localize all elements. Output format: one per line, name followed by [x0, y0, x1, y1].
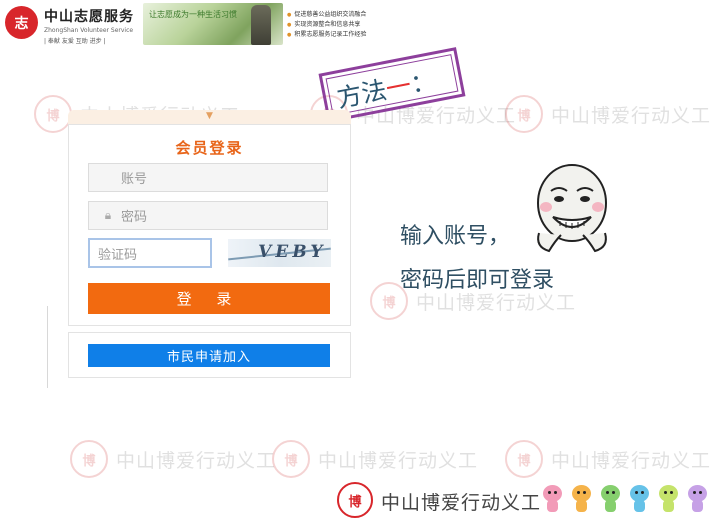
captcha-input[interactable]: 验证码 — [88, 238, 212, 268]
watermark: 博 中山博爱行动义工 — [70, 440, 276, 478]
statue-icon — [251, 5, 271, 45]
watermark-text: 中山博爱行动义工 — [116, 449, 277, 472]
banner-bullet: 积累志愿服务记录工作经验 — [287, 30, 366, 40]
join-button[interactable]: 市民申请加入 — [88, 344, 330, 367]
watermark-seal-icon: 博 — [505, 95, 543, 133]
watermark: 博 中山博爱行动义工 — [272, 440, 478, 478]
watermark: 博 中山博爱行动义工 — [505, 440, 711, 478]
mascot-icon — [598, 483, 623, 515]
mascot-row — [540, 483, 710, 515]
watermark-seal-icon: 博 — [34, 95, 72, 133]
instruction-line-1: 输入账号， — [400, 224, 511, 249]
volunteer-logo-icon[interactable]: 志 — [5, 6, 38, 39]
header-banner-image: 让志愿成为一种生活习惯 — [143, 3, 283, 45]
login-panel: 会员登录 账号 🔒︎ 密码 验证码 VEBY 登 录 — [68, 124, 351, 326]
instruction-line-2: 密码后即可登录 — [400, 268, 555, 293]
captcha-placeholder: 验证码 — [98, 247, 138, 263]
banner-bullet: 促进慈善公益组织交流融合 — [287, 10, 366, 20]
join-panel: 市民申请加入 — [68, 332, 351, 378]
captcha-text: VEBY — [256, 242, 329, 262]
brand-name: 中山志愿服务 — [44, 9, 134, 25]
watermark-text: 中山博爱行动义工 — [551, 449, 712, 472]
banner-bullet: 实现资源整合和信息共享 — [287, 20, 366, 30]
footer-org-name: 中山博爱行动义工 — [381, 492, 542, 514]
brand-english: ZhongShan Volunteer Service — [44, 27, 134, 34]
watermark-seal-icon: 博 — [70, 440, 108, 478]
watermark-seal-icon: 博 — [505, 440, 543, 478]
brand-slogan: | 奉献 友爱 互助 进步 | — [44, 38, 106, 45]
watermark-text: 中山博爱行动义工 — [551, 104, 712, 127]
lock-icon: 🔒︎ — [104, 208, 112, 222]
banner-text: 让志愿成为一种生活习惯 — [149, 10, 237, 19]
captcha-image[interactable]: VEBY — [228, 239, 331, 267]
mascot-icon — [685, 483, 710, 515]
meme-face-icon — [537, 164, 607, 253]
panel-top-bar: ▼ — [68, 110, 351, 124]
watermark-text: 中山博爱行动义工 — [318, 449, 479, 472]
brand[interactable]: 中山志愿服务 ZhongShan Volunteer Service | 奉献 … — [44, 6, 134, 45]
mascot-icon — [540, 483, 565, 515]
site-header: 志 中山志愿服务 ZhongShan Volunteer Service | 奉… — [0, 0, 713, 48]
mascot-icon — [627, 483, 652, 515]
divider — [47, 306, 48, 388]
mascot-icon — [569, 483, 594, 515]
login-button[interactable]: 登 录 — [88, 283, 330, 314]
watermark: 博 中山博爱行动义工 — [505, 95, 711, 133]
password-placeholder: 密码 — [121, 210, 148, 225]
watermark-seal-icon: 博 — [272, 440, 310, 478]
mascot-icon — [656, 483, 681, 515]
banner-bullets: 促进慈善公益组织交流融合 实现资源整合和信息共享 积累志愿服务记录工作经验 — [287, 10, 366, 40]
chevron-down-icon: ▼ — [206, 111, 213, 121]
boai-logo-icon: 博 — [337, 482, 373, 518]
login-title: 会员登录 — [175, 139, 244, 157]
username-placeholder: 账号 — [121, 172, 148, 187]
stamp-colon: ： — [408, 65, 439, 99]
password-field[interactable]: 🔒︎ 密码 — [88, 201, 328, 230]
username-field[interactable]: 账号 — [88, 163, 328, 192]
